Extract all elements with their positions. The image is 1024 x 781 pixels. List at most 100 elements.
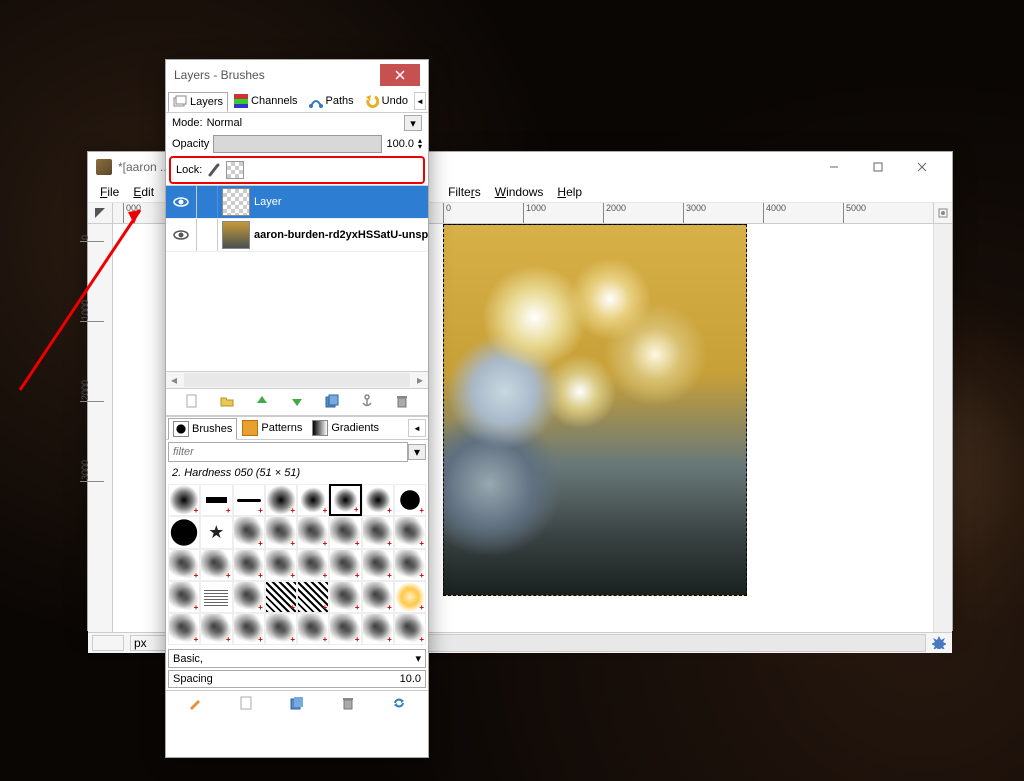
brush-item[interactable]: +	[394, 581, 426, 613]
tab-paths[interactable]: Paths	[304, 91, 359, 111]
delete-layer-icon[interactable]	[393, 392, 411, 410]
brush-item[interactable]: +	[233, 484, 265, 516]
brush-grid: + + + + + + + + ★ + + + + + + + + + + + …	[166, 482, 428, 647]
opacity-slider[interactable]	[213, 135, 382, 153]
tab-config-button[interactable]: ◄	[414, 92, 426, 110]
brush-item[interactable]: +	[265, 549, 297, 581]
duplicate-layer-icon[interactable]	[323, 392, 341, 410]
brush-item[interactable]: +	[362, 549, 394, 581]
tab-brushes[interactable]: Brushes	[168, 418, 237, 440]
layer-name[interactable]: Layer	[254, 196, 428, 208]
tab-gradients[interactable]: Gradients	[307, 417, 384, 439]
ruler-origin-toggle[interactable]	[88, 203, 113, 223]
brush-item[interactable]: +	[200, 613, 232, 645]
status-pointer	[92, 635, 124, 651]
brush-item[interactable]: +	[200, 484, 232, 516]
layer-name[interactable]: aaron-burden-rd2yxHSSatU-unspla	[254, 229, 428, 241]
layer-link-cell[interactable]	[197, 219, 218, 251]
lock-alpha-icon[interactable]	[226, 161, 244, 179]
raise-layer-icon[interactable]	[253, 392, 271, 410]
tab-channels[interactable]: Channels	[229, 91, 302, 111]
brush-item[interactable]: +	[265, 613, 297, 645]
ruler-menu-icon[interactable]	[933, 203, 952, 223]
brushes-config-button[interactable]: ◄	[408, 419, 426, 437]
brush-item[interactable]: +	[362, 516, 394, 548]
brush-item[interactable]: +	[168, 581, 200, 613]
brush-item[interactable]: +	[233, 581, 265, 613]
brush-item[interactable]: +	[297, 581, 329, 613]
brush-item[interactable]: +	[329, 613, 361, 645]
brush-item[interactable]: +	[329, 581, 361, 613]
brush-item[interactable]: +	[233, 613, 265, 645]
brush-item[interactable]: +	[329, 516, 361, 548]
brush-item[interactable]	[168, 516, 200, 548]
brush-item[interactable]	[200, 581, 232, 613]
brush-item[interactable]: +	[168, 549, 200, 581]
layer-visibility-icon[interactable]	[166, 219, 197, 251]
layer-visibility-icon[interactable]	[166, 186, 197, 218]
menu-windows[interactable]: Windows	[489, 183, 550, 201]
new-brush-icon[interactable]	[237, 694, 255, 712]
brush-item[interactable]: +	[168, 613, 200, 645]
lock-pixels-icon[interactable]	[206, 162, 222, 178]
brush-item[interactable]: +	[200, 549, 232, 581]
blend-mode-select[interactable]: Normal	[207, 117, 400, 129]
dock-titlebar[interactable]: Layers - Brushes	[166, 60, 428, 90]
brush-item[interactable]: +	[394, 516, 426, 548]
brush-item[interactable]: +	[329, 549, 361, 581]
brush-filter-input[interactable]	[168, 442, 408, 462]
maximize-button[interactable]	[856, 154, 900, 180]
lower-layer-icon[interactable]	[288, 392, 306, 410]
brush-item[interactable]: +	[362, 581, 394, 613]
brush-item[interactable]: +	[233, 549, 265, 581]
delete-brush-icon[interactable]	[339, 694, 357, 712]
layer-row[interactable]: aaron-burden-rd2yxHSSatU-unspla	[166, 219, 428, 252]
brush-item[interactable]: +	[265, 516, 297, 548]
brush-item[interactable]: +	[297, 613, 329, 645]
brush-item-selected[interactable]: +	[329, 484, 361, 516]
brush-item[interactable]: +	[265, 581, 297, 613]
gradients-tab-icon	[312, 420, 328, 436]
menu-help[interactable]: Help	[551, 183, 588, 201]
brush-preset-row[interactable]: Basic, ▾	[168, 649, 426, 668]
tab-patterns[interactable]: Patterns	[237, 417, 307, 439]
anchor-layer-icon[interactable]	[358, 392, 376, 410]
brush-item[interactable]: ★	[200, 516, 232, 548]
brush-item[interactable]: +	[297, 516, 329, 548]
layers-hscroll[interactable]: ◂▸	[166, 371, 428, 388]
brush-item[interactable]: +	[297, 549, 329, 581]
tab-undo[interactable]: Undo	[360, 91, 413, 111]
undo-tab-icon	[365, 94, 379, 108]
duplicate-brush-icon[interactable]	[288, 694, 306, 712]
brush-spacing-row[interactable]: Spacing 10.0	[168, 670, 426, 688]
brush-item[interactable]: +	[394, 484, 426, 516]
brush-item[interactable]: +	[362, 484, 394, 516]
brush-item[interactable]: +	[233, 516, 265, 548]
menu-edit[interactable]: Edit	[127, 183, 160, 201]
opacity-spinner[interactable]: ▴▾	[418, 138, 422, 150]
layer-row[interactable]: Layer	[166, 186, 428, 219]
brush-item[interactable]: +	[394, 549, 426, 581]
menu-file[interactable]: File	[94, 183, 125, 201]
close-button[interactable]	[900, 154, 944, 180]
edit-brush-icon[interactable]	[186, 694, 204, 712]
vertical-scrollbar[interactable]	[933, 224, 952, 632]
tab-layers[interactable]: Layers	[168, 92, 228, 112]
layer-link-cell[interactable]	[197, 186, 218, 218]
refresh-brushes-icon[interactable]	[390, 694, 408, 712]
brush-item[interactable]: +	[168, 484, 200, 516]
brush-item[interactable]: +	[394, 613, 426, 645]
vertical-ruler[interactable]: 0 1000 2000 3000	[88, 224, 113, 632]
menu-filters[interactable]: Filters	[442, 183, 487, 201]
brush-item[interactable]: +	[297, 484, 329, 516]
navigation-icon[interactable]	[932, 635, 948, 651]
mode-dropdown-icon[interactable]: ▾	[404, 115, 422, 131]
layer-group-icon[interactable]	[218, 392, 236, 410]
brush-item[interactable]: +	[265, 484, 297, 516]
layers-brushes-dock: Layers - Brushes Layers Channels Paths U…	[165, 59, 429, 758]
filter-dropdown-icon[interactable]: ▾	[408, 444, 426, 460]
minimize-button[interactable]	[812, 154, 856, 180]
brush-item[interactable]: +	[362, 613, 394, 645]
new-layer-icon[interactable]	[183, 392, 201, 410]
dock-close-button[interactable]	[380, 64, 420, 86]
